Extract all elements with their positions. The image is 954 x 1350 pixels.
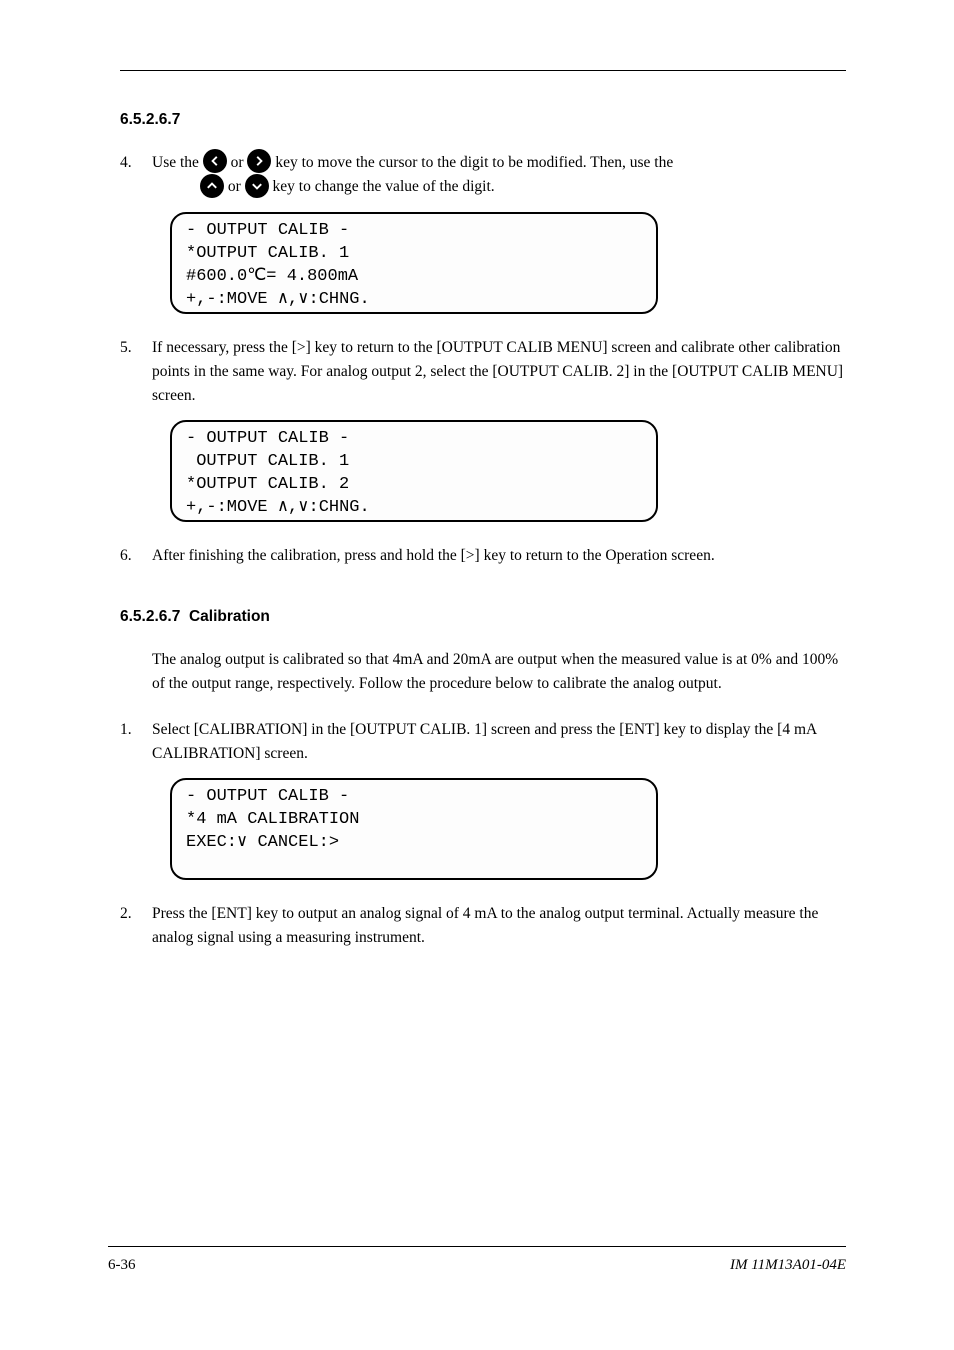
lcd2-line2: OUTPUT CALIB. 1 xyxy=(186,451,642,474)
step-5-number: 5. xyxy=(120,336,138,408)
page-number: 6-36 xyxy=(108,1257,136,1274)
right-arrow-icon xyxy=(247,149,271,173)
step-4: 4. Use the or key to move the cursor to … xyxy=(120,151,846,200)
lcd-screen-3: - OUTPUT CALIB - *4 mA CALIBRATION EXEC:… xyxy=(170,778,658,880)
calib-step-2: 2. Press the [ENT] key to output an anal… xyxy=(120,902,846,950)
document-id: IM 11M13A01-04E xyxy=(730,1257,846,1274)
step-5-text: If necessary, press the [>] key to retur… xyxy=(152,336,846,408)
step-6: 6. After finishing the calibration, pres… xyxy=(120,544,846,568)
calib-step-2-text: Press the [ENT] key to output an analog … xyxy=(152,902,846,950)
calib-step-1-number: 1. xyxy=(120,718,138,766)
lcd1-line4: +,-:MOVE ∧,∨:CHNG. xyxy=(186,289,642,312)
lcd-screen-2: - OUTPUT CALIB - OUTPUT CALIB. 1 *OUTPUT… xyxy=(170,420,658,522)
section-number-top: 6.5.2.6.7 xyxy=(120,111,846,129)
calib-step-1: 1. Select [CALIBRATION] in the [OUTPUT C… xyxy=(120,718,846,766)
calibration-intro: The analog output is calibrated so that … xyxy=(120,648,846,696)
lcd3-line4: EXEC:∨ CANCEL:> xyxy=(186,832,642,855)
lcd1-line1: - OUTPUT CALIB - xyxy=(186,220,642,243)
down-arrow-icon xyxy=(245,174,269,198)
step-4-text: Use the or key to move the cursor to the… xyxy=(152,151,846,200)
lcd1-line3: #600.0℃= 4.800mA xyxy=(186,266,642,289)
lcd3-line2: *4 mA CALIBRATION xyxy=(186,809,642,832)
page-footer: 6-36 IM 11M13A01-04E xyxy=(108,1246,846,1274)
lcd2-line4: +,-:MOVE ∧,∨:CHNG. xyxy=(186,497,642,520)
calib-step-2-number: 2. xyxy=(120,902,138,950)
lcd-screen-1: - OUTPUT CALIB - *OUTPUT CALIB. 1 #600.0… xyxy=(170,212,658,314)
lcd1-line2: *OUTPUT CALIB. 1 xyxy=(186,243,642,266)
step-6-number: 6. xyxy=(120,544,138,568)
left-arrow-icon xyxy=(203,149,227,173)
up-arrow-icon xyxy=(200,174,224,198)
calib-step-1-text: Select [CALIBRATION] in the [OUTPUT CALI… xyxy=(152,718,846,766)
lcd2-line1: - OUTPUT CALIB - xyxy=(186,428,642,451)
step-4-number: 4. xyxy=(120,151,138,200)
lcd3-line1: - OUTPUT CALIB - xyxy=(186,786,642,809)
step-6-text: After finishing the calibration, press a… xyxy=(152,544,846,568)
lcd2-line3: *OUTPUT CALIB. 2 xyxy=(186,474,642,497)
section-heading-2: 6.5.2.6.7 Calibration xyxy=(120,608,846,626)
step-5: 5. If necessary, press the [>] key to re… xyxy=(120,336,846,408)
